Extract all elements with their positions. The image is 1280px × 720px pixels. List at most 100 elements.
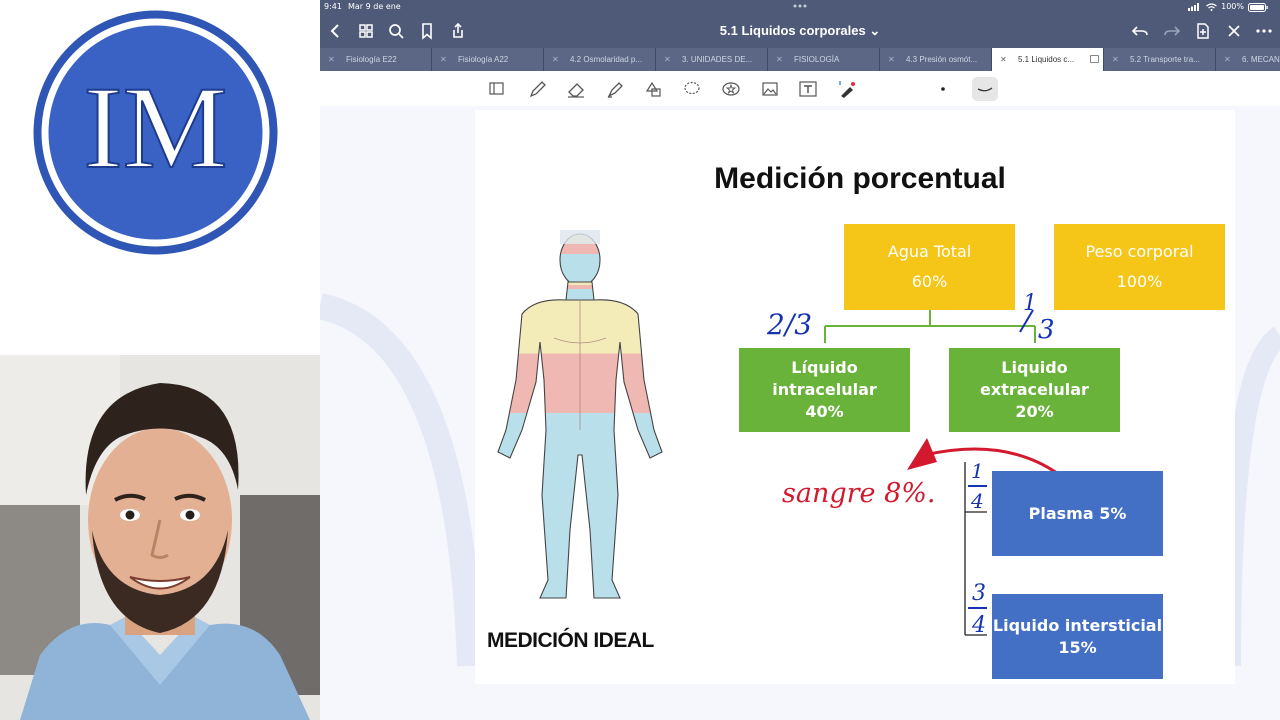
pen-tool[interactable]	[526, 79, 548, 99]
red-arrowhead	[907, 438, 937, 470]
agua-total-value: 60%	[911, 272, 948, 291]
eraser-tool[interactable]	[565, 79, 587, 99]
tab-5[interactable]: ✕ FISIOLOGÍA	[768, 48, 880, 71]
search-button[interactable]	[386, 21, 406, 41]
tab-7[interactable]: ✕ 5.1 Liquidos c...	[992, 48, 1104, 71]
tab-close-icon[interactable]: ✕	[1224, 48, 1231, 71]
human-body-figure	[497, 230, 663, 599]
tab-close-icon[interactable]: ✕	[552, 48, 559, 71]
annotation-one-third-numerator: 1	[1023, 291, 1037, 316]
stroke-style-icon	[977, 87, 993, 92]
pen-size-option[interactable]	[932, 79, 954, 99]
tab-4[interactable]: ✕ 3. UNIDADES DE...	[656, 48, 768, 71]
share-icon	[453, 22, 463, 38]
tab-label: 4.2 Osmolaridad p...	[570, 55, 643, 64]
status-time: 9:41	[324, 2, 342, 11]
tab-8[interactable]: ✕ 5.2 Transporte tra...	[1104, 48, 1216, 71]
annotation-two-thirds: 2/3	[766, 308, 812, 341]
tab-label: FISIOLOGÍA	[794, 55, 840, 64]
slide-title: Medición porcentual	[714, 162, 1006, 195]
im-logo: IM	[33, 10, 278, 255]
presenter-webcam	[0, 355, 320, 720]
annotation-one-fourth-denominator: 4	[970, 489, 984, 513]
redo-button[interactable]	[1162, 21, 1182, 41]
shapes-tool[interactable]	[642, 79, 664, 99]
agua-total-label: Agua Total	[887, 242, 972, 261]
annotation-three-fourths-numerator: 3	[972, 581, 986, 606]
tab-close-icon[interactable]: ✕	[1112, 48, 1119, 71]
tab-close-icon[interactable]: ✕	[664, 48, 671, 71]
status-date: Mar 9 de ene	[348, 2, 401, 11]
document-title[interactable]: 5.1 Liquidos corporales ⌄	[700, 14, 900, 48]
wifi-icon	[1206, 3, 1217, 11]
tab-2[interactable]: ✕ Fisiología A22	[432, 48, 544, 71]
annotation-one-fourth-numerator: 1	[971, 459, 984, 483]
navigation-bar: 5.1 Liquidos corporales ⌄	[320, 14, 1280, 48]
bookmark-icon	[422, 23, 432, 40]
laser-pointer-tool[interactable]	[836, 79, 858, 99]
plasma-label: Plasma 5%	[1028, 503, 1127, 523]
box-liquido-intersticial: Liquido intersticial 15%	[992, 594, 1163, 679]
logo-letters: IM	[83, 62, 227, 193]
extracelular-label: Liquido extracelular	[980, 358, 1089, 399]
tab-1[interactable]: ✕ Fisiología E22	[320, 48, 432, 71]
annotation-three-fourths-denominator: 4	[971, 613, 986, 638]
lasso-tool[interactable]	[681, 79, 703, 99]
page-canvas[interactable]: Medición porcentual MEDICIÓN IDEAL 2/3 1…	[320, 106, 1280, 720]
laser-pointer-icon	[839, 81, 855, 98]
tab-3[interactable]: ✕ 4.2 Osmolaridad p...	[544, 48, 656, 71]
highlighter-tool[interactable]	[604, 79, 626, 99]
box-agua-total: Agua Total 60%	[844, 224, 1015, 310]
tab-label: 6. MECAN	[1242, 55, 1280, 64]
undo-button[interactable]	[1130, 21, 1150, 41]
annotation-sangre: sangre 8%.	[782, 478, 936, 509]
peso-corporal-value: 100%	[1116, 272, 1163, 291]
slide-page: Medición porcentual MEDICIÓN IDEAL 2/3 1…	[475, 110, 1235, 684]
split-view-icon[interactable]	[1090, 55, 1099, 63]
image-tool[interactable]	[759, 79, 781, 99]
tab-label: 4.3 Presión osmót...	[906, 55, 978, 64]
add-page-icon	[1197, 23, 1209, 39]
tab-close-icon[interactable]: ✕	[888, 48, 895, 71]
reader-button[interactable]	[486, 79, 508, 99]
redo-icon	[1164, 26, 1181, 36]
battery-percent: 100%	[1221, 2, 1244, 11]
video-left-panel: IM	[0, 0, 320, 720]
tab-9[interactable]: ✕ 6. MECAN	[1216, 48, 1280, 71]
lasso-icon	[684, 81, 700, 95]
chevron-left-icon	[330, 24, 339, 38]
box-peso-corporal: Peso corporal 100%	[1054, 224, 1225, 310]
back-button[interactable]	[326, 21, 346, 41]
box-liquido-intracelular: Líquido intracelular 40%	[739, 348, 910, 432]
signal-icon	[1188, 3, 1200, 11]
close-button[interactable]	[1224, 21, 1244, 41]
thumbnails-button[interactable]	[356, 21, 376, 41]
intracelular-value: 40%	[805, 402, 844, 421]
more-icon	[1256, 29, 1272, 33]
eraser-icon	[568, 83, 584, 98]
tab-close-icon[interactable]: ✕	[776, 48, 783, 71]
text-icon	[799, 81, 817, 97]
multitask-dots-icon[interactable]	[790, 3, 810, 9]
goodnotes-app: 9:41 Mar 9 de ene 100% 5.1 Liquidos corp…	[320, 0, 1280, 720]
bookmark-button[interactable]	[417, 21, 437, 41]
tab-label: 5.1 Liquidos c...	[1018, 55, 1075, 64]
add-page-button[interactable]	[1193, 21, 1213, 41]
drawing-toolbar	[320, 71, 1280, 107]
tab-label: Fisiología E22	[346, 55, 397, 64]
tab-close-icon[interactable]: ✕	[328, 48, 335, 71]
tab-6[interactable]: ✕ 4.3 Presión osmót...	[880, 48, 992, 71]
status-bar: 9:41 Mar 9 de ene 100%	[320, 0, 1280, 14]
sticker-tool[interactable]	[720, 79, 742, 99]
stroke-style-option[interactable]	[972, 77, 998, 101]
highlighter-icon	[607, 82, 623, 98]
peso-corporal-label: Peso corporal	[1085, 242, 1194, 261]
tab-close-icon[interactable]: ✕	[1000, 48, 1007, 71]
more-button[interactable]	[1254, 21, 1274, 41]
text-tool[interactable]	[797, 79, 819, 99]
intracelular-label: Líquido intracelular	[772, 358, 877, 399]
undo-icon	[1131, 26, 1148, 36]
share-button[interactable]	[448, 21, 468, 41]
tab-close-icon[interactable]: ✕	[440, 48, 447, 71]
pen-icon	[529, 81, 546, 98]
